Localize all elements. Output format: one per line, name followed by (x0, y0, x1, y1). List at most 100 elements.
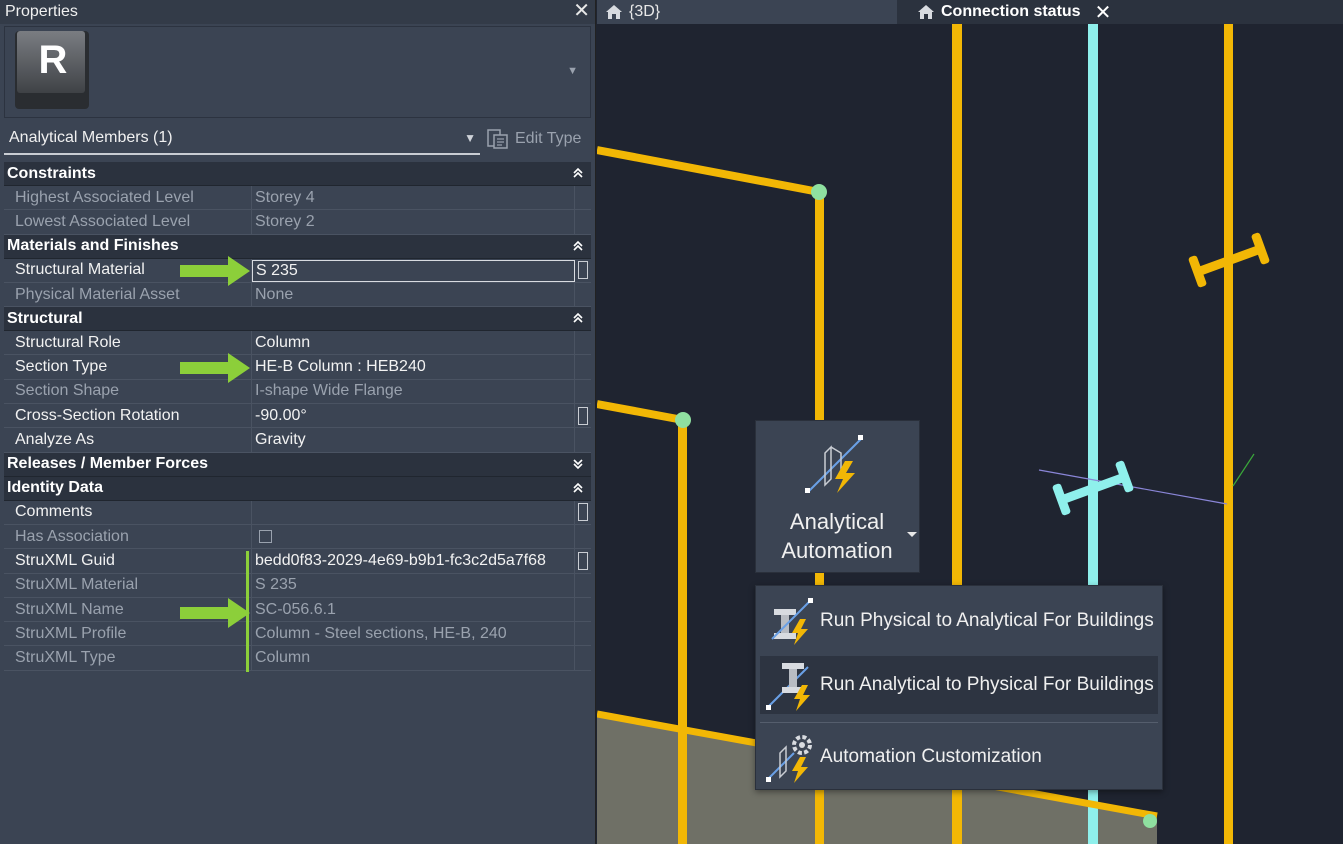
property-value[interactable]: Column (252, 646, 575, 670)
automation-customization-icon (766, 735, 812, 783)
menu-item-label: Run Physical to Analytical For Buildings (820, 610, 1154, 631)
collapse-icon[interactable] (571, 166, 585, 180)
browse-button[interactable] (578, 261, 588, 280)
property-grid: Constraints Highest Associated Level Sto… (4, 162, 591, 671)
property-value[interactable]: Gravity (252, 428, 575, 452)
tab-3d-view[interactable]: {3D} (597, 0, 897, 24)
chevron-down-icon[interactable]: ▼ (567, 65, 578, 77)
browse-button[interactable] (578, 551, 588, 570)
property-row-structural-material: Structural Material S 235 (4, 258, 591, 283)
property-value[interactable]: Storey 4 (252, 186, 575, 210)
property-row-struxml-material: StruXML Material S 235 (4, 573, 591, 598)
analytical-automation-icon (805, 435, 863, 493)
analytical-beam (597, 146, 820, 196)
property-value[interactable]: I-shape Wide Flange (252, 379, 575, 404)
property-label: StruXML Type (4, 646, 252, 670)
expand-icon[interactable] (571, 457, 585, 471)
menu-separator (760, 722, 1158, 723)
property-label: Highest Associated Level (4, 186, 252, 210)
analytical-column (1224, 24, 1233, 844)
property-value[interactable]: SC-056.6.1 (252, 597, 575, 622)
home-icon (918, 5, 934, 19)
property-value[interactable]: None (252, 282, 575, 307)
property-value[interactable]: Column - Steel sections, HE-B, 240 (252, 622, 575, 646)
analytical-node (811, 184, 827, 200)
property-row-has-association: Has Association (4, 524, 591, 550)
category-dropdown[interactable]: Analytical Members (1) ▼ (4, 123, 480, 155)
property-row-physical-asset: Physical Material Asset None (4, 282, 591, 308)
section-materials[interactable]: Materials and Finishes (4, 234, 591, 259)
property-row-struxml-type: StruXML Type Column (4, 646, 591, 671)
dropdown-caret-icon[interactable] (907, 532, 917, 537)
property-value[interactable]: Storey 2 (252, 210, 575, 234)
close-icon[interactable]: ✕ (1095, 0, 1112, 25)
category-dropdown-value: Analytical Members (1) (9, 129, 173, 146)
menu-item-physical-to-analytical[interactable]: Run Physical to Analytical For Buildings (760, 592, 1158, 650)
revit-logo-letter: R (39, 38, 68, 82)
annotation-arrow-icon (180, 256, 250, 286)
section-title: Constraints (7, 164, 96, 182)
property-label: Lowest Associated Level (4, 210, 252, 234)
property-value[interactable]: Column (252, 331, 575, 355)
menu-item-label: Automation Customization (820, 746, 1042, 767)
close-icon[interactable]: ✕ (573, 1, 590, 21)
button-label-line: Automation (781, 538, 893, 563)
section-title: Structural (7, 309, 83, 327)
collapse-icon[interactable] (571, 239, 585, 253)
browse-button[interactable] (578, 406, 588, 425)
edit-type-button[interactable]: Edit Type (486, 123, 591, 155)
section-structural[interactable]: Structural (4, 307, 591, 332)
physical-to-analytical-icon (771, 598, 813, 645)
has-association-checkbox[interactable] (259, 530, 272, 544)
type-selector[interactable]: R ▼ (4, 26, 591, 118)
analytical-automation-button[interactable]: Analytical Automation (755, 420, 920, 573)
revit-logo-icon: R (15, 31, 89, 109)
comments-field[interactable] (252, 500, 575, 524)
analytical-to-physical-icon (766, 663, 810, 711)
tab-label: {3D} (629, 3, 661, 20)
tab-connection-status[interactable]: Connection status ✕ (909, 0, 1117, 24)
property-label: StruXML Material (4, 573, 252, 597)
property-label: Analyze As (4, 428, 252, 452)
chevron-down-icon: ▼ (464, 131, 476, 145)
properties-title: Properties (5, 3, 78, 20)
home-icon (606, 5, 622, 19)
analytical-automation-label: Analytical Automation (756, 507, 918, 565)
menu-item-analytical-to-physical[interactable]: Run Analytical to Physical For Buildings (760, 656, 1158, 714)
section-title: Materials and Finishes (7, 237, 179, 255)
category-row: Analytical Members (1) ▼ Edit Type (4, 123, 591, 155)
property-value[interactable]: HE-B Column : HEB240 (252, 355, 575, 379)
property-value[interactable]: S 235 (252, 573, 575, 597)
property-label: Physical Material Asset (4, 282, 252, 307)
section-constraints[interactable]: Constraints (4, 162, 591, 186)
section-identity[interactable]: Identity Data (4, 476, 591, 501)
collapse-icon[interactable] (571, 311, 585, 325)
button-label-line: Analytical (789, 509, 885, 534)
section-releases[interactable]: Releases / Member Forces (4, 452, 591, 477)
analytical-beam (597, 400, 684, 424)
property-value[interactable]: -90.00° (252, 404, 575, 428)
section-title: Releases / Member Forces (7, 455, 208, 473)
property-row-struxml-profile: StruXML Profile Column - Steel sections,… (4, 622, 591, 647)
structural-material-field[interactable]: S 235 (252, 259, 575, 282)
properties-title-bar: Properties ✕ (0, 0, 595, 24)
property-label: Cross-Section Rotation (4, 404, 252, 428)
property-value (252, 524, 575, 549)
property-row-struxml-name: StruXML Name SC-056.6.1 (4, 597, 591, 623)
property-label: Comments (4, 500, 252, 524)
property-label: StruXML Guid (4, 549, 252, 573)
section-title: Identity Data (7, 479, 104, 497)
analytical-node (675, 412, 691, 428)
browse-button[interactable] (578, 503, 588, 522)
collapse-icon[interactable] (571, 481, 585, 495)
property-label: Structural Role (4, 331, 252, 355)
property-value[interactable]: bedd0f83-2029-4e69-b9b1-fc3c2d5a7f68 (252, 549, 575, 573)
property-row-analyze-as: Analyze As Gravity (4, 428, 591, 453)
menu-item-label: Run Analytical to Physical For Buildings (820, 674, 1154, 695)
local-axis (1232, 453, 1255, 487)
property-row-rotation: Cross-Section Rotation -90.00° (4, 404, 591, 429)
menu-item-automation-customization[interactable]: Automation Customization (760, 728, 1158, 786)
property-row-comments: Comments (4, 500, 591, 525)
property-label: Section Shape (4, 379, 252, 404)
property-row-lowest-level: Lowest Associated Level Storey 2 (4, 210, 591, 235)
